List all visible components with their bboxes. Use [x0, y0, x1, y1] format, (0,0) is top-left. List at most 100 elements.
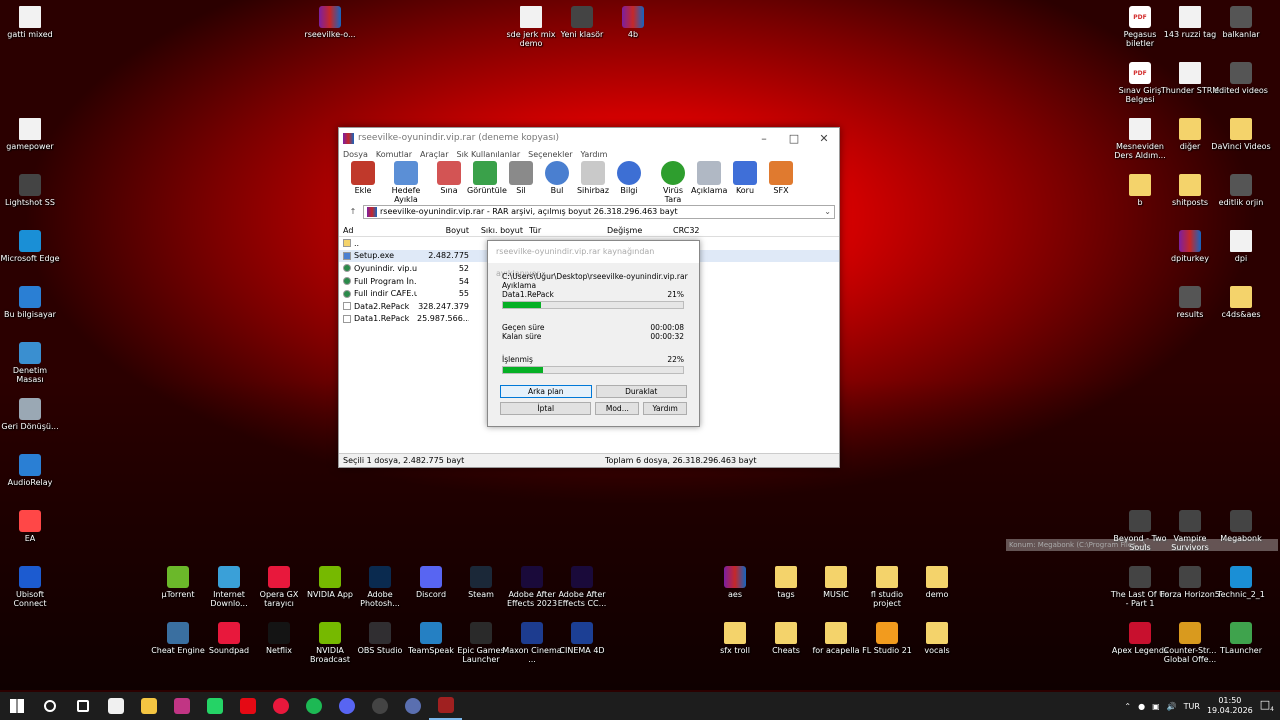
taskbar-start-button[interactable]	[0, 692, 33, 720]
desktop-icon-audiorelay[interactable]: AudioRelay	[0, 454, 60, 487]
desktop-icon-lightshot[interactable]: Lightshot SS	[0, 174, 60, 207]
toolbar-button-delete[interactable]: Sil	[503, 161, 539, 195]
toolbar: Ekle Hedefe Ayıkla Sına Görüntüle Sil Bul Sihi…	[339, 161, 839, 204]
file-name-cell: Full Program İn...	[339, 277, 417, 286]
obs-icon	[369, 622, 391, 644]
taskbar-instagram-button[interactable]	[165, 692, 198, 720]
desktop-icon-demo[interactable]: demo	[907, 566, 967, 599]
toolbar-button-sfx[interactable]: SFX	[763, 161, 799, 195]
taskbar-discord-button[interactable]	[330, 692, 363, 720]
desktop-icon-ea[interactable]: EA	[0, 510, 60, 543]
cancel-button[interactable]: İptal	[500, 402, 592, 415]
toolbar-button-wizard[interactable]: Sihirbaz	[575, 161, 611, 195]
up-arrow-icon[interactable]: ↑	[343, 207, 363, 216]
toolbar-button-info[interactable]: Bilgi	[611, 161, 647, 195]
pause-button[interactable]: Duraklat	[595, 385, 687, 398]
menu-item[interactable]: Yardım	[581, 150, 608, 159]
desktop-icon-aecc[interactable]: Adobe After Effects CC...	[552, 566, 612, 608]
column-header[interactable]: CRC32	[667, 226, 737, 235]
column-header[interactable]: Değişme	[601, 226, 667, 235]
desktop-icon-tlauncher[interactable]: TLauncher	[1211, 622, 1271, 655]
column-header[interactable]: Tür	[523, 226, 601, 235]
extract-dialog: rseevilke-oyunindir.vip.rar kaynağından …	[487, 240, 700, 427]
dialog-title[interactable]: rseevilke-oyunindir.vip.rar kaynağından …	[488, 241, 699, 278]
doc-icon	[19, 174, 41, 196]
desktop-icon-denetim[interactable]: Denetim Masası	[0, 342, 60, 384]
toolbar-label: Sına	[440, 186, 458, 195]
menu-item[interactable]: Araçlar	[420, 150, 448, 159]
doc-icon	[19, 6, 41, 28]
desktop-icon-edited[interactable]: edited videos	[1211, 62, 1271, 95]
comment-icon	[697, 161, 721, 185]
toolbar-button-protect[interactable]: Koru	[727, 161, 763, 195]
minimize-button[interactable]: –	[749, 132, 779, 145]
file-size-cell: 328.247.379	[418, 301, 469, 311]
clock[interactable]: 01:50 19.04.2026	[1207, 696, 1253, 716]
column-header[interactable]: Boyut	[417, 226, 469, 235]
column-header[interactable]: Sıkı. boyut	[469, 226, 523, 235]
desktop-icon-vocals[interactable]: vocals	[907, 622, 967, 655]
menu-item[interactable]: Komutlar	[376, 150, 412, 159]
notification-icon[interactable]: □4	[1260, 698, 1274, 713]
desktop-icon-rsee[interactable]: rseevilke-o...	[300, 6, 360, 39]
desktop-icon-c4ds[interactable]: c4ds&aes	[1211, 286, 1271, 319]
taskbar-obs-button[interactable]	[363, 692, 396, 720]
taskbar-app-button[interactable]	[396, 692, 429, 720]
chevron-down-icon[interactable]: ⌄	[824, 207, 834, 216]
toolbar-button-extract-to[interactable]: Hedefe Ayıkla	[381, 161, 431, 204]
microphone-icon[interactable]: ●	[1138, 702, 1145, 711]
desktop-icon-gatti[interactable]: gatti mixed	[0, 6, 60, 39]
menu-item[interactable]: Sık Kullanılanlar	[457, 150, 521, 159]
mode-button[interactable]: Mod...	[595, 402, 640, 415]
taskbar-task-view-button[interactable]	[66, 692, 99, 720]
toolbar-button-test[interactable]: Sına	[431, 161, 467, 195]
toolbar-button-virus-scan[interactable]: Virüs Tara	[655, 161, 691, 204]
desktop-icon-dpi[interactable]: dpi	[1211, 230, 1271, 263]
maximize-button[interactable]: □	[779, 132, 809, 145]
toolbar-button-find[interactable]: Bul	[539, 161, 575, 195]
desktop-icon-gamepower[interactable]: gamepower	[0, 118, 60, 151]
desktop-icon-editlik[interactable]: editlik orjin	[1211, 174, 1271, 207]
taskbar-search-button[interactable]	[33, 692, 66, 720]
address-field[interactable]: rseevilke-oyunindir.vip.rar - RAR arşivi…	[363, 204, 835, 219]
menu-item[interactable]: Dosya	[343, 150, 368, 159]
desktop-icon-bubil[interactable]: Bu bilgisayar	[0, 286, 60, 319]
menu-item[interactable]: Seçenekler	[528, 150, 572, 159]
taskbar-winrar-button[interactable]	[429, 692, 462, 720]
volume-icon[interactable]: 🔊	[1167, 702, 1177, 711]
desktop-icon-technic[interactable]: Technic_2_1	[1211, 566, 1271, 599]
total-progress-bar	[502, 366, 684, 374]
desktop-icon-ubisoft[interactable]: Ubisoft Connect	[0, 566, 60, 608]
taskbar-opera-button[interactable]	[264, 692, 297, 720]
desktop-icon-edge[interactable]: Microsoft Edge	[0, 230, 60, 263]
taskbar-store-button[interactable]	[99, 692, 132, 720]
taskbar-spotify-button[interactable]	[297, 692, 330, 720]
network-icon[interactable]: ▣	[1152, 702, 1160, 711]
desktop-icon-geri[interactable]: Geri Dönüşü...	[0, 398, 60, 431]
toolbar-button-view[interactable]: Görüntüle	[467, 161, 507, 195]
taskbar-file-explorer-button[interactable]	[132, 692, 165, 720]
file-name-cell: Data2.RePack	[339, 302, 417, 311]
protect-icon	[733, 161, 757, 185]
help-button[interactable]: Yardım	[643, 402, 688, 415]
clock-date: 19.04.2026	[1206, 706, 1253, 715]
desktop-icon-balkanlar[interactable]: balkanlar	[1211, 6, 1271, 39]
language-indicator[interactable]: TUR	[1184, 702, 1200, 711]
desktop-icon-4b[interactable]: 4b	[603, 6, 663, 39]
desktop-icon-c4d[interactable]: CINEMA 4D	[552, 622, 612, 655]
nvidia-icon	[319, 622, 341, 644]
taskbar-whatsapp-button[interactable]	[198, 692, 231, 720]
title-bar[interactable]: rseevilke-oyunindir.vip.rar (deneme kopy…	[339, 128, 839, 148]
desktop-icon-davinci[interactable]: DaVinci Videos	[1211, 118, 1271, 151]
close-button[interactable]: ✕	[809, 132, 839, 145]
taskbar-netflix-button[interactable]	[231, 692, 264, 720]
toolbar-button-comment[interactable]: Açıklama	[691, 161, 727, 195]
toolbar-button-add[interactable]: Ekle	[345, 161, 381, 195]
chevron-up-icon[interactable]: ⌃	[1124, 702, 1131, 711]
apex-icon	[1129, 622, 1151, 644]
column-header[interactable]: Ad	[339, 226, 417, 235]
doc-icon	[1179, 6, 1201, 28]
desktop-icon-label: Ubisoft Connect	[13, 590, 47, 608]
game-icon	[1179, 566, 1201, 588]
background-button[interactable]: Arka plan	[500, 385, 592, 398]
